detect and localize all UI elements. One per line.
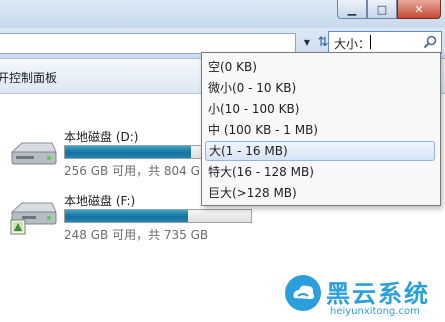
hard-drive-icon <box>10 142 57 165</box>
drive-space-info: 248 GB 可用，共 735 GB <box>64 228 209 242</box>
cloud-logo-icon <box>285 275 321 311</box>
text-caret <box>370 35 371 49</box>
hard-drive-with-software-icon <box>10 202 57 235</box>
size-option-gigantic[interactable]: 巨大(>128 MB) <box>205 183 435 203</box>
watermark-title: 黑云系统 <box>326 280 430 308</box>
minimize-button[interactable]: ▁ <box>337 0 367 19</box>
drive-usage-fill <box>65 210 188 222</box>
size-filter-dropdown: 空(0 KB) 微小(0 - 10 KB) 小(10 - 100 KB) 中 (… <box>201 52 441 206</box>
drive-name: 本地磁盘 (D:) <box>64 130 139 144</box>
size-option-empty[interactable]: 空(0 KB) <box>205 57 435 77</box>
drive-usage-bar <box>64 209 252 223</box>
search-icon[interactable] <box>422 34 438 50</box>
watermark-url: heiyunxitong.com <box>330 306 420 317</box>
address-field[interactable] <box>0 33 296 54</box>
maximize-button[interactable]: □ <box>367 0 397 19</box>
drive-usage-fill <box>65 146 192 158</box>
close-button[interactable]: ✕ <box>397 0 441 19</box>
drive-name: 本地磁盘 (F:) <box>64 194 136 208</box>
search-input[interactable]: 大小： <box>328 31 442 54</box>
size-option-medium[interactable]: 中 (100 KB - 1 MB) <box>205 120 435 140</box>
drive-space-info: 256 GB 可用，共 804 GB <box>64 164 209 178</box>
size-option-small[interactable]: 小(10 - 100 KB) <box>205 99 435 119</box>
size-option-large[interactable]: 大(1 - 16 MB) <box>205 141 435 161</box>
size-option-tiny[interactable]: 微小(0 - 10 KB) <box>205 78 435 98</box>
open-control-panel-button[interactable]: 开控制面板 <box>0 69 57 86</box>
watermark: 黑云系统 heiyunxitong.com <box>280 270 445 322</box>
size-option-huge[interactable]: 特大(16 - 128 MB) <box>205 162 435 182</box>
window-titlebar: ▁ □ ✕ <box>0 0 445 28</box>
address-history-dropdown-icon[interactable]: ▼ <box>300 33 314 52</box>
window-controls: ▁ □ ✕ <box>337 0 441 20</box>
search-query-text: 大小： <box>334 37 371 51</box>
